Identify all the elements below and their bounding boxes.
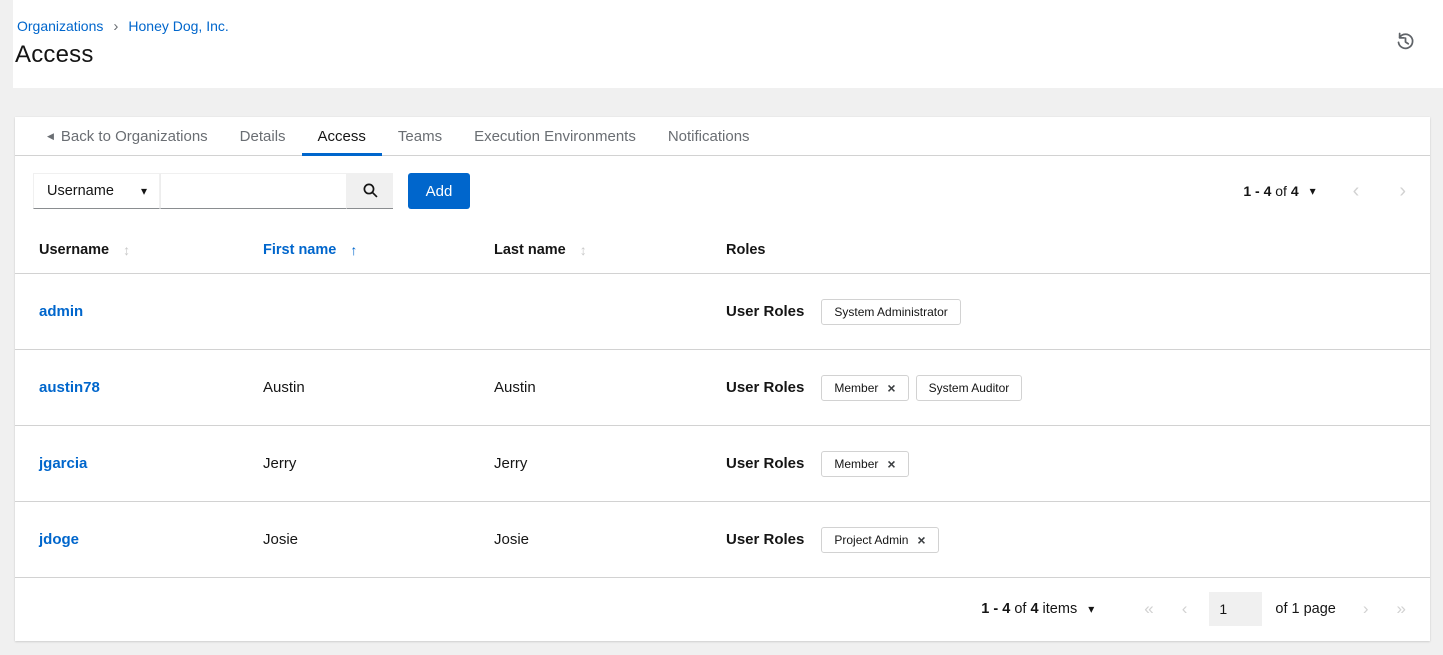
page-count-label: of 1 page xyxy=(1275,601,1335,617)
tab-details[interactable]: Details xyxy=(224,117,302,155)
column-header-roles: Roles xyxy=(726,242,1406,258)
last-name-cell: Josie xyxy=(494,531,726,548)
pagination-top-total: 4 xyxy=(1291,183,1299,199)
breadcrumb-link-organizations[interactable]: Organizations xyxy=(17,18,103,34)
filter-key-selected-label: Username xyxy=(47,183,114,199)
tab-bar: ◀ Back to Organizations Details Access T… xyxy=(15,117,1430,156)
roles-cell: User Roles System Administrator xyxy=(726,299,1406,325)
pagination-top-prev-button[interactable]: ‹ xyxy=(1353,181,1360,201)
role-chip: Member × xyxy=(821,451,908,477)
role-chip-group: Project Admin × xyxy=(821,527,938,553)
pagination-top-caret-down-icon[interactable]: ▾ xyxy=(1310,185,1316,197)
sort-icon[interactable]: ↕ xyxy=(123,242,130,258)
user-roles-label: User Roles xyxy=(726,379,804,396)
pagination-top-range: 1 - 4 xyxy=(1243,183,1271,199)
table-row: jdoge Josie Josie User Roles Project Adm… xyxy=(15,502,1430,578)
column-header-last-name-label: Last name xyxy=(494,242,566,258)
user-roles-label: User Roles xyxy=(726,455,804,472)
pagination-bottom-summary: 1 - 4 of 4 items xyxy=(981,601,1077,617)
tab-back-to-organizations[interactable]: ◀ Back to Organizations xyxy=(31,117,224,155)
last-name-cell: Austin xyxy=(494,379,726,396)
column-header-roles-label: Roles xyxy=(726,242,766,258)
breadcrumb-separator-icon: › xyxy=(113,18,118,34)
pagination-bottom-range: 1 - 4 xyxy=(981,601,1010,617)
username-link-jgarcia[interactable]: jgarcia xyxy=(39,455,87,472)
user-roles-label: User Roles xyxy=(726,531,804,548)
activity-stream-history-icon[interactable] xyxy=(1393,29,1417,53)
breadcrumb-link-organization-name[interactable]: Honey Dog, Inc. xyxy=(128,18,228,34)
role-chip-label: System Administrator xyxy=(834,305,947,319)
content-card: ◀ Back to Organizations Details Access T… xyxy=(15,117,1430,641)
tab-notifications[interactable]: Notifications xyxy=(652,117,766,155)
tab-teams[interactable]: Teams xyxy=(382,117,458,155)
pagination-bottom-caret-down-icon[interactable]: ▾ xyxy=(1088,603,1094,615)
roles-cell: User Roles Member × xyxy=(726,451,1406,477)
pagination-bottom-of: of xyxy=(1014,601,1026,617)
pagination-top-summary: 1 - 4 of 4 xyxy=(1243,183,1298,199)
chip-close-icon[interactable]: × xyxy=(887,457,895,471)
toolbar: Username ▾ Add 1 - 4 of 4 ▾ ‹ › xyxy=(15,156,1430,226)
column-header-username-label: Username xyxy=(39,242,109,258)
table-header-row: Username ↕ First name ↑ Last name ↕ Role… xyxy=(15,226,1430,274)
tab-execution-environments[interactable]: Execution Environments xyxy=(458,117,652,155)
pagination-bottom-nav: « ‹ of 1 page › » xyxy=(1144,592,1406,626)
pagination-top-next-button[interactable]: › xyxy=(1399,181,1406,201)
username-link-admin[interactable]: admin xyxy=(39,303,83,320)
user-roles-label: User Roles xyxy=(726,303,804,320)
sort-ascending-icon[interactable]: ↑ xyxy=(350,242,357,258)
column-header-username[interactable]: Username ↕ xyxy=(39,242,263,258)
sort-icon[interactable]: ↕ xyxy=(580,242,587,258)
add-button[interactable]: Add xyxy=(408,173,470,209)
first-page-button[interactable]: « xyxy=(1144,599,1153,619)
role-chip: Member × xyxy=(821,375,908,401)
first-name-cell: Josie xyxy=(263,531,494,548)
page-header: Organizations › Honey Dog, Inc. Access xyxy=(13,0,1443,88)
column-header-first-name[interactable]: First name ↑ xyxy=(263,242,494,258)
role-chip-label: Member xyxy=(834,381,878,395)
pagination-top: 1 - 4 of 4 ▾ ‹ › xyxy=(1243,173,1406,209)
role-chip-group: Member × xyxy=(821,451,908,477)
pagination-top-of: of xyxy=(1275,183,1287,199)
search-icon xyxy=(362,182,379,199)
roles-cell: User Roles Member × System Auditor xyxy=(726,375,1406,401)
role-chip-label: System Auditor xyxy=(929,381,1010,395)
role-chip-group: Member × System Auditor xyxy=(821,375,1022,401)
next-page-button[interactable]: › xyxy=(1363,599,1369,619)
table-row: jgarcia Jerry Jerry User Roles Member × xyxy=(15,426,1430,502)
search-input[interactable] xyxy=(160,173,347,209)
table-row: admin User Roles System Administrator xyxy=(15,274,1430,350)
pagination-bottom-total: 4 xyxy=(1030,601,1038,617)
role-chip: System Auditor xyxy=(916,375,1023,401)
last-page-button[interactable]: » xyxy=(1397,599,1406,619)
role-chip: Project Admin × xyxy=(821,527,938,553)
breadcrumb: Organizations › Honey Dog, Inc. xyxy=(17,18,1419,34)
page-title: Access xyxy=(15,41,1419,69)
username-link-austin78[interactable]: austin78 xyxy=(39,379,100,396)
roles-cell: User Roles Project Admin × xyxy=(726,527,1406,553)
role-chip-label: Member xyxy=(834,457,878,471)
first-name-cell: Jerry xyxy=(263,455,494,472)
pagination-bottom-items-word: items xyxy=(1043,601,1078,617)
back-arrow-icon: ◀ xyxy=(47,132,54,141)
tab-access[interactable]: Access xyxy=(302,117,382,155)
role-chip: System Administrator xyxy=(821,299,960,325)
table-row: austin78 Austin Austin User Roles Member… xyxy=(15,350,1430,426)
role-chip-group: System Administrator xyxy=(821,299,960,325)
column-header-first-name-label: First name xyxy=(263,242,336,258)
current-page-input[interactable] xyxy=(1209,592,1262,626)
search-button[interactable] xyxy=(347,173,393,209)
caret-down-icon: ▾ xyxy=(141,185,147,197)
chip-close-icon[interactable]: × xyxy=(917,533,925,547)
filter-key-select[interactable]: Username ▾ xyxy=(33,173,160,209)
first-name-cell: Austin xyxy=(263,379,494,396)
role-chip-label: Project Admin xyxy=(834,533,908,547)
username-link-jdoge[interactable]: jdoge xyxy=(39,531,79,548)
last-name-cell: Jerry xyxy=(494,455,726,472)
column-header-last-name[interactable]: Last name ↕ xyxy=(494,242,726,258)
previous-page-button[interactable]: ‹ xyxy=(1182,599,1188,619)
chip-close-icon[interactable]: × xyxy=(887,381,895,395)
tab-back-label: Back to Organizations xyxy=(61,128,208,145)
pagination-bottom: 1 - 4 of 4 items ▾ « ‹ of 1 page › » xyxy=(15,578,1430,640)
